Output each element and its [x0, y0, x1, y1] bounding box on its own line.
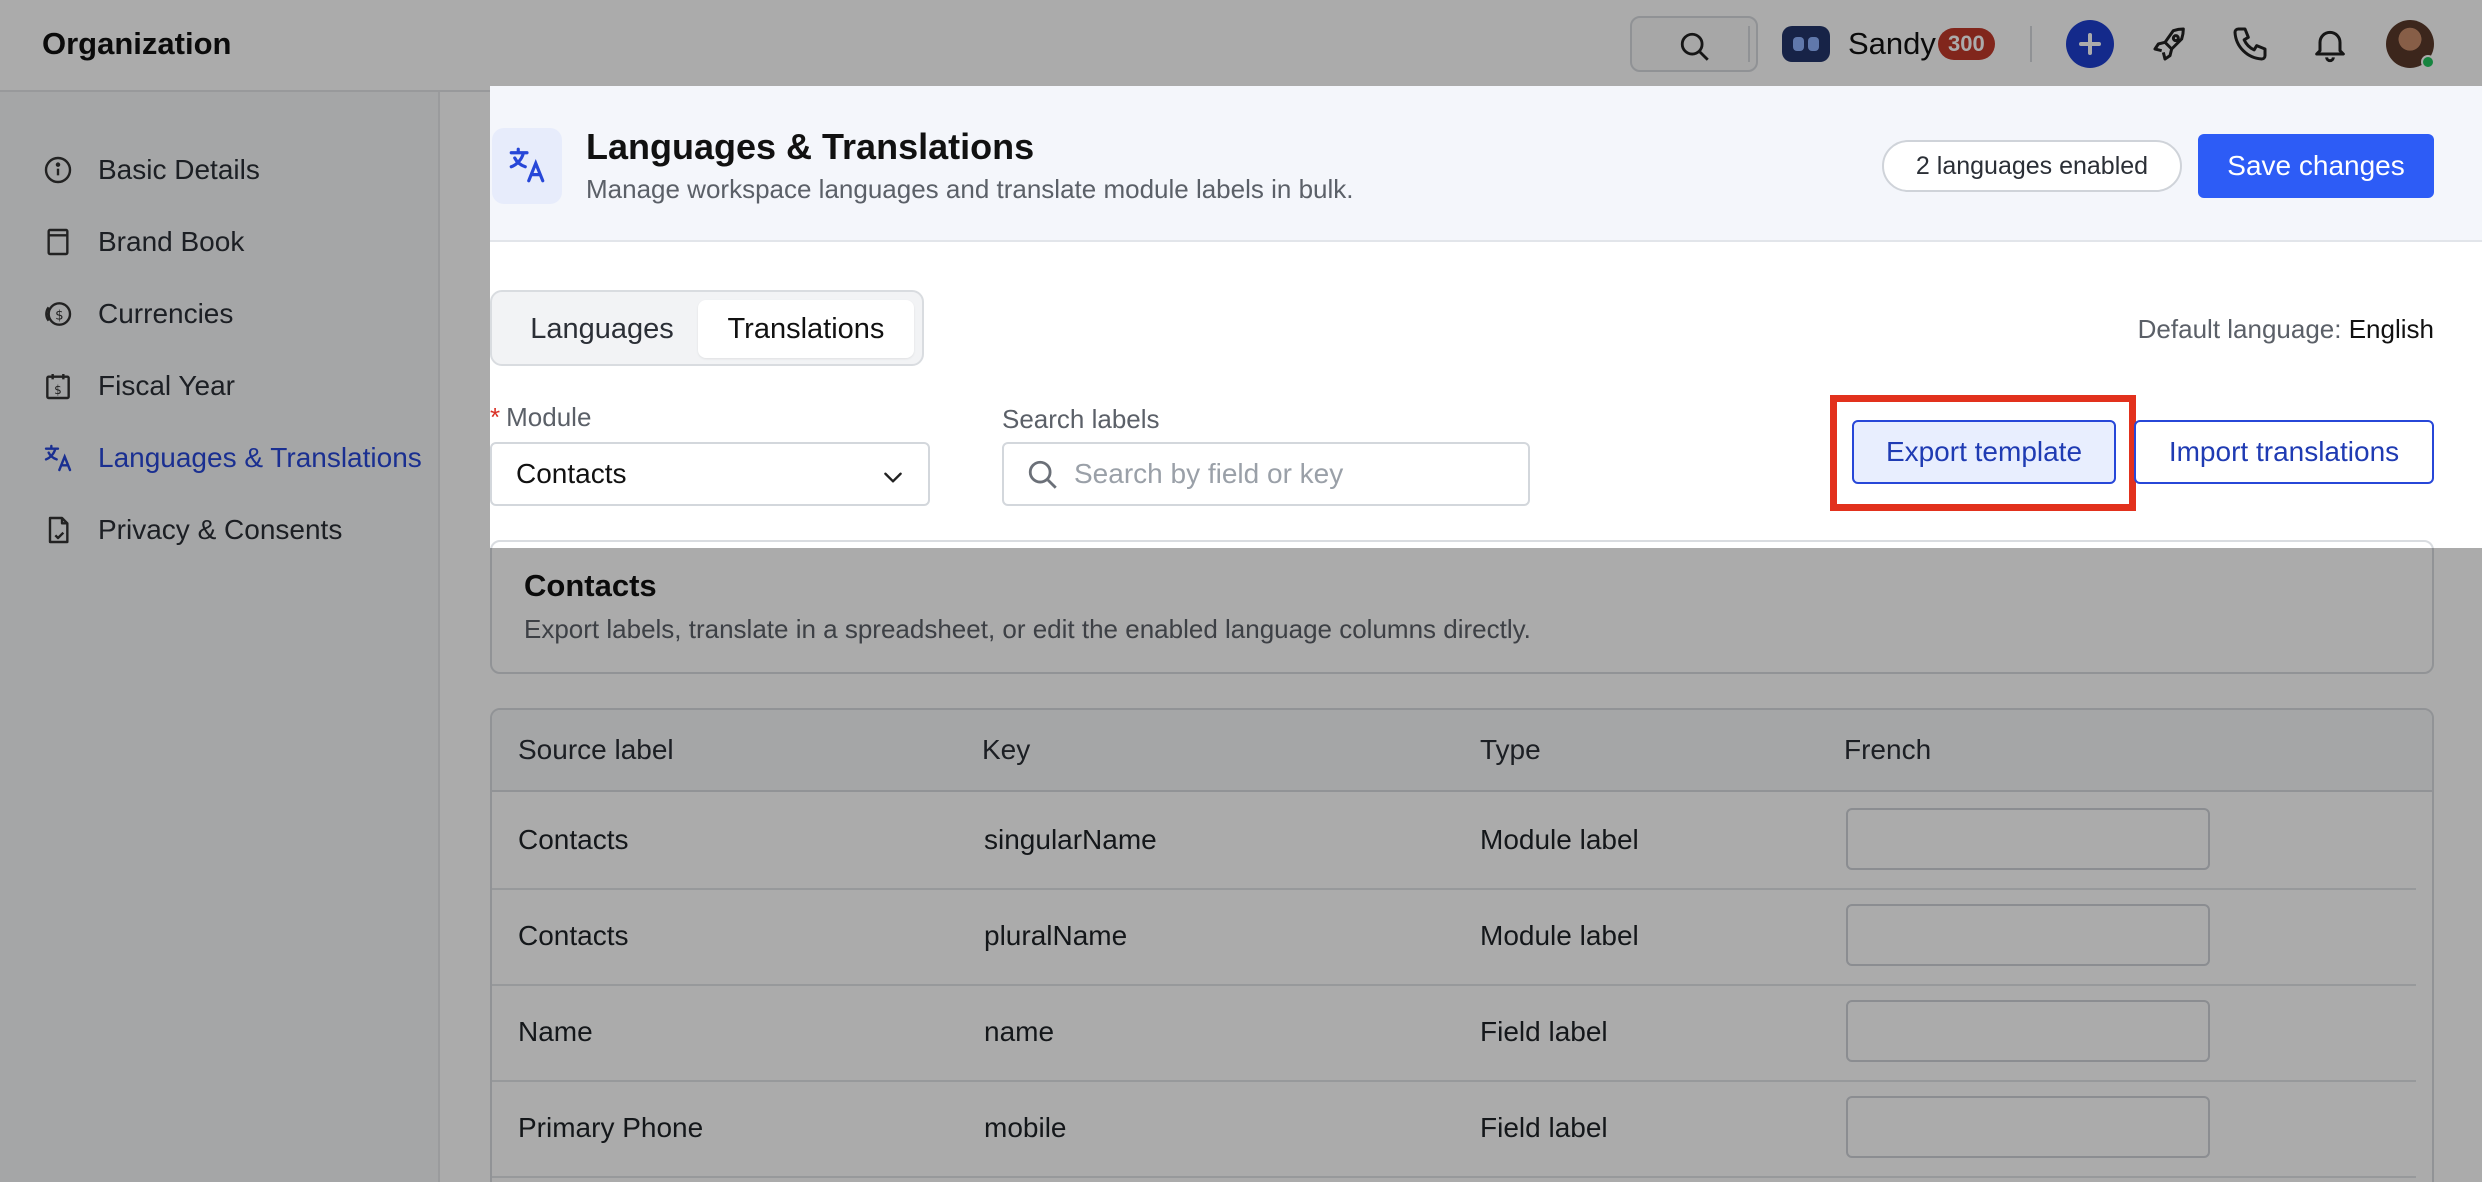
module-select-value: Contacts	[516, 458, 627, 489]
credits-badge: 300	[1938, 28, 1995, 60]
search-icon	[1680, 32, 1709, 61]
book-icon	[40, 224, 76, 260]
online-status-dot	[2421, 55, 2435, 69]
tab-translations[interactable]: Translations	[698, 300, 914, 358]
sidebar-item-label: Languages & Translations	[98, 442, 422, 473]
currency-icon: $	[40, 296, 76, 332]
svg-text:$: $	[55, 308, 63, 323]
sidebar-item-label: Fiscal Year	[98, 370, 235, 401]
sidebar-item-label: Privacy & Consents	[98, 514, 343, 545]
sidebar-item-label: Currencies	[98, 298, 234, 329]
top-bar: Organization Sandy 300	[0, 0, 2482, 92]
languages-enabled-badge: 2 languages enabled	[1882, 140, 2182, 192]
module-info-card	[490, 540, 2434, 674]
save-changes-button[interactable]: Save changes	[2198, 134, 2434, 198]
cell-type: Module label	[1480, 920, 1639, 951]
cell-source: Primary Phone	[518, 1112, 704, 1143]
required-indicator: *	[490, 402, 501, 432]
module-label-text: Module	[506, 402, 592, 432]
cell-key: mobile	[984, 1112, 1067, 1143]
module-description: Export labels, translate in a spreadshee…	[524, 614, 1531, 644]
calendar-icon: $	[40, 368, 76, 404]
translate-icon	[492, 128, 562, 204]
translations-table: Source label Key Type French Contacts si…	[490, 708, 2434, 1182]
table-header: Source label Key Type French	[492, 710, 2432, 792]
cell-key: singularName	[984, 824, 1157, 855]
sidebar-item-brand-book[interactable]: Brand Book	[40, 218, 244, 266]
divider	[1748, 26, 1750, 62]
rocket-icon[interactable]	[2150, 24, 2190, 64]
column-header-source[interactable]: Source label	[518, 734, 674, 766]
search-labels-label: Search labels	[1002, 404, 1160, 434]
divider	[2030, 26, 2032, 62]
sidebar-item-basic-details[interactable]: Basic Details	[40, 146, 260, 194]
table-row: Contacts pluralName Module label	[492, 890, 2416, 986]
cell-type: Field label	[1480, 1112, 1608, 1143]
export-template-button[interactable]: Export template	[1852, 420, 2116, 484]
default-language-value: English	[2348, 314, 2434, 344]
table-row: Name name Field label	[492, 986, 2416, 1082]
tab-group: Languages Translations	[490, 290, 924, 366]
french-translation-input[interactable]	[1846, 1096, 2210, 1158]
sidebar: Basic Details Brand Book $ Currencies $ …	[0, 92, 440, 1182]
bot-icon[interactable]	[1782, 26, 1830, 62]
column-header-key[interactable]: Key	[982, 734, 1030, 766]
app-root: Organization Sandy 300 Basic Details Bra…	[0, 0, 2482, 1182]
cell-key: name	[984, 1016, 1055, 1047]
info-icon	[40, 152, 76, 188]
search-labels-field[interactable]	[1002, 442, 1530, 506]
cell-type: Field label	[1480, 1016, 1608, 1047]
sidebar-item-privacy-consents[interactable]: Privacy & Consents	[40, 506, 342, 554]
search-icon	[1028, 460, 1057, 489]
french-translation-input[interactable]	[1846, 808, 2210, 870]
tab-languages[interactable]: Languages	[502, 300, 702, 358]
sidebar-item-currencies[interactable]: $ Currencies	[40, 290, 233, 338]
column-header-type[interactable]: Type	[1480, 734, 1541, 766]
default-language-label: Default language:	[2137, 314, 2342, 344]
french-translation-input[interactable]	[1846, 904, 2210, 966]
module-select[interactable]: Contacts	[490, 442, 930, 506]
cell-source: Contacts	[518, 920, 629, 951]
phone-icon[interactable]	[2230, 24, 2270, 64]
document-check-icon	[40, 512, 76, 548]
section-subtitle: Manage workspace languages and translate…	[586, 174, 1354, 204]
cell-source: Contacts	[518, 824, 629, 855]
cell-source: Name	[518, 1016, 593, 1047]
user-name[interactable]: Sandy	[1848, 26, 1936, 62]
table-row: Primary Phone mobile Field label	[492, 1082, 2416, 1178]
plus-icon[interactable]	[2066, 20, 2114, 68]
table-row: Contacts singularName Module label	[492, 794, 2416, 890]
cell-key: pluralName	[984, 920, 1128, 951]
module-title: Contacts	[524, 568, 657, 603]
bell-icon[interactable]	[2310, 24, 2350, 64]
import-translations-button[interactable]: Import translations	[2134, 420, 2434, 484]
module-label: * Module	[490, 402, 591, 433]
column-header-french[interactable]: French	[1844, 734, 1931, 766]
sidebar-item-fiscal-year[interactable]: $ Fiscal Year	[40, 362, 235, 410]
svg-text:$: $	[54, 383, 62, 397]
french-translation-input[interactable]	[1846, 1000, 2210, 1062]
avatar[interactable]	[2386, 20, 2435, 69]
chevron-down-icon	[884, 472, 902, 483]
sidebar-item-label: Brand Book	[98, 226, 245, 257]
section-title: Languages & Translations	[586, 126, 1035, 167]
sidebar-item-label: Basic Details	[98, 154, 260, 185]
translate-icon	[40, 440, 76, 476]
cell-type: Module label	[1480, 824, 1639, 855]
search-input[interactable]	[1074, 454, 1514, 494]
page-title: Organization	[42, 26, 232, 61]
global-search-button[interactable]	[1630, 16, 1758, 72]
sidebar-item-languages-translations[interactable]: Languages & Translations	[40, 434, 422, 482]
default-language: Default language: English	[2138, 314, 2434, 345]
